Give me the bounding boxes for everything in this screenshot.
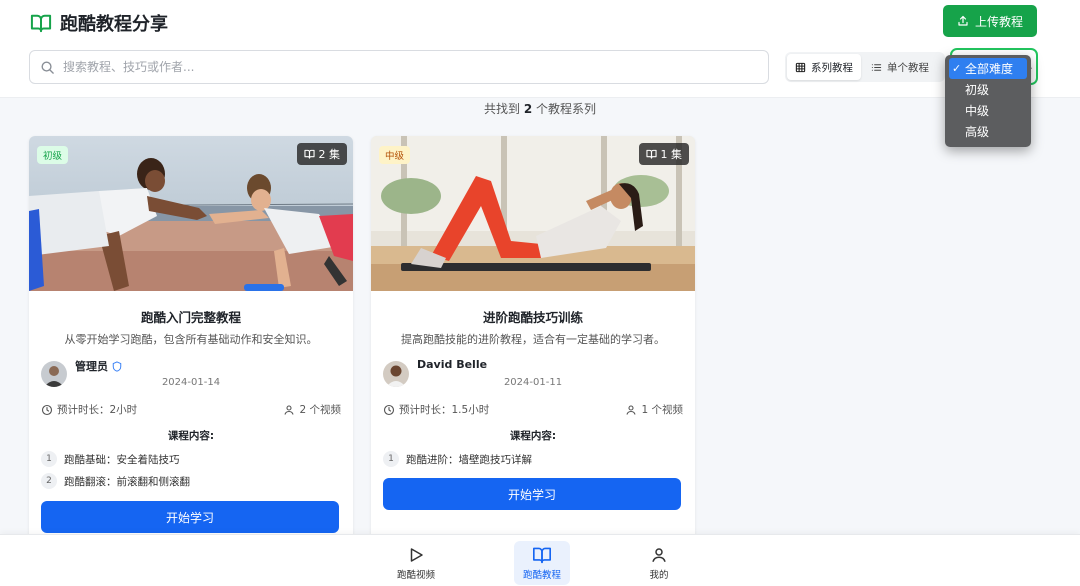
play-icon	[410, 547, 423, 562]
video-count: 1 个视频	[625, 402, 683, 417]
level-badge: 初级	[37, 146, 69, 164]
difficulty-option-label: 高级	[965, 125, 990, 139]
nav-label: 跑酷视频	[396, 569, 435, 581]
card-title: 进阶跑酷技巧训练	[482, 310, 583, 325]
view-toggle: 系列教程 单个教程	[785, 52, 945, 82]
result-prefix: 共找到	[483, 102, 520, 116]
clock-icon	[383, 404, 395, 415]
duration-text: 预计时长：1.5小时	[399, 404, 490, 416]
start-learning-button[interactable]: 开始学习	[383, 478, 681, 510]
lesson-title: 跑酷翻滚：前滚翻和侧滚翻	[64, 475, 190, 488]
content-label: 课程内容:	[167, 430, 215, 442]
check-icon: ✓	[952, 62, 962, 75]
open-book-icon	[532, 547, 551, 563]
difficulty-dropdown: ✓ 全部难度 初级 中级 高级	[945, 55, 1031, 147]
book-icon	[303, 149, 315, 159]
list-item[interactable]: 1 跑酷基础：安全着陆技巧	[41, 448, 190, 470]
clock-icon	[41, 404, 53, 415]
lesson-number: 1	[383, 451, 399, 467]
episode-count-badge: 1 集	[638, 143, 689, 165]
book-icon	[645, 149, 657, 159]
tutorial-card[interactable]: 初级 2 集 跑酷入门完整教程 从零开始学习跑酷，包含所有基础动作和安全知识。 …	[29, 136, 353, 546]
result-suffix: 个教程系列	[536, 102, 597, 116]
card-cover-image: 中级 1 集	[371, 136, 695, 291]
episode-count: 2 集	[318, 148, 341, 161]
result-number: 2	[523, 102, 533, 116]
difficulty-option-advanced[interactable]: 高级	[949, 121, 1027, 142]
tutorial-card[interactable]: 中级 1 集 进阶跑酷技巧训练 提高跑酷技能的进阶教程，适合有一定基础的学习者。…	[371, 136, 695, 546]
brand: 跑酷教程分享	[30, 10, 168, 36]
difficulty-option-label: 全部难度	[965, 62, 1014, 76]
nav-label: 我的	[649, 569, 669, 581]
author-name-text: David Belle	[417, 358, 488, 371]
start-learning-button[interactable]: 开始学习	[41, 501, 339, 533]
card-date: 2024-01-11	[503, 377, 563, 388]
user-icon	[626, 404, 637, 415]
card-meta: 预计时长：2小时 2 个视频	[41, 402, 341, 417]
duration: 预计时长：2小时	[41, 402, 137, 417]
search-icon	[41, 61, 54, 74]
card-description: 从零开始学习跑酷，包含所有基础动作和安全知识。	[64, 333, 318, 346]
card-title: 跑酷入门完整教程	[140, 310, 241, 325]
list-item[interactable]: 1 跑酷进阶：墙壁跑技巧详解	[383, 448, 532, 470]
episode-count-badge: 2 集	[296, 143, 347, 165]
search-input[interactable]	[63, 60, 768, 74]
difficulty-option-label: 初级	[965, 83, 990, 97]
video-count-text: 1 个视频	[641, 404, 683, 416]
user-icon	[284, 404, 295, 415]
search-bar[interactable]	[29, 50, 769, 84]
bottom-navigation: 跑酷视频 跑酷教程 我的	[0, 534, 1080, 586]
upload-tutorial-button[interactable]: 上传教程	[943, 5, 1037, 37]
view-series-label: 系列教程	[811, 61, 853, 74]
view-single-label: 单个教程	[887, 61, 929, 74]
author-name: David Belle	[417, 358, 487, 371]
verified-shield-icon	[112, 360, 122, 372]
lesson-number: 1	[41, 451, 57, 467]
top-bar: 跑酷教程分享 上传教程 系列教程 单个教程 ⌄	[0, 0, 1080, 98]
nav-item-videos[interactable]: 跑酷视频	[388, 541, 444, 585]
episode-count: 1 集	[660, 148, 683, 161]
app-title: 跑酷教程分享	[60, 14, 168, 35]
nav-label: 跑酷教程	[522, 569, 561, 581]
lesson-title: 跑酷进阶：墙壁跑技巧详解	[406, 453, 532, 466]
difficulty-option-intermediate[interactable]: 中级	[949, 100, 1027, 121]
duration-text: 预计时长：2小时	[57, 404, 138, 416]
card-description: 提高跑酷技能的进阶教程，适合有一定基础的学习者。	[401, 333, 665, 346]
open-book-icon	[30, 14, 52, 33]
view-single-button[interactable]: 单个教程	[863, 54, 937, 80]
list-icon	[871, 63, 882, 71]
upload-label: 上传教程	[974, 14, 1023, 29]
difficulty-option-beginner[interactable]: 初级	[949, 79, 1027, 100]
nav-item-tutorials[interactable]: 跑酷教程	[514, 541, 570, 585]
duration: 预计时长：1.5小时	[383, 402, 489, 417]
grid-icon	[795, 62, 806, 72]
lesson-number: 2	[41, 473, 57, 489]
video-count-text: 2 个视频	[299, 404, 341, 416]
difficulty-option-label: 中级	[965, 104, 990, 118]
upload-icon	[958, 15, 968, 26]
author-name-text: 管理员	[75, 360, 108, 373]
card-cover-image: 初级 2 集	[29, 136, 353, 291]
lesson-list: 1 跑酷基础：安全着陆技巧 2 跑酷翻滚：前滚翻和侧滚翻	[41, 448, 190, 492]
result-count: 共找到 2 个教程系列	[0, 100, 1080, 117]
author-name: 管理员	[75, 358, 122, 374]
lesson-title: 跑酷基础：安全着陆技巧	[64, 453, 180, 466]
content-label: 课程内容:	[509, 430, 557, 442]
difficulty-option-all[interactable]: ✓ 全部难度	[949, 58, 1027, 79]
list-item[interactable]: 2 跑酷翻滚：前滚翻和侧滚翻	[41, 470, 190, 492]
card-meta: 预计时长：1.5小时 1 个视频	[383, 402, 683, 417]
level-badge: 中级	[379, 146, 411, 164]
lesson-list: 1 跑酷进阶：墙壁跑技巧详解	[383, 448, 532, 470]
nav-item-profile[interactable]: 我的	[631, 541, 687, 585]
user-icon	[652, 547, 666, 562]
card-date: 2024-01-14	[161, 377, 221, 388]
video-count: 2 个视频	[283, 402, 341, 417]
view-series-button[interactable]: 系列教程	[787, 54, 861, 80]
